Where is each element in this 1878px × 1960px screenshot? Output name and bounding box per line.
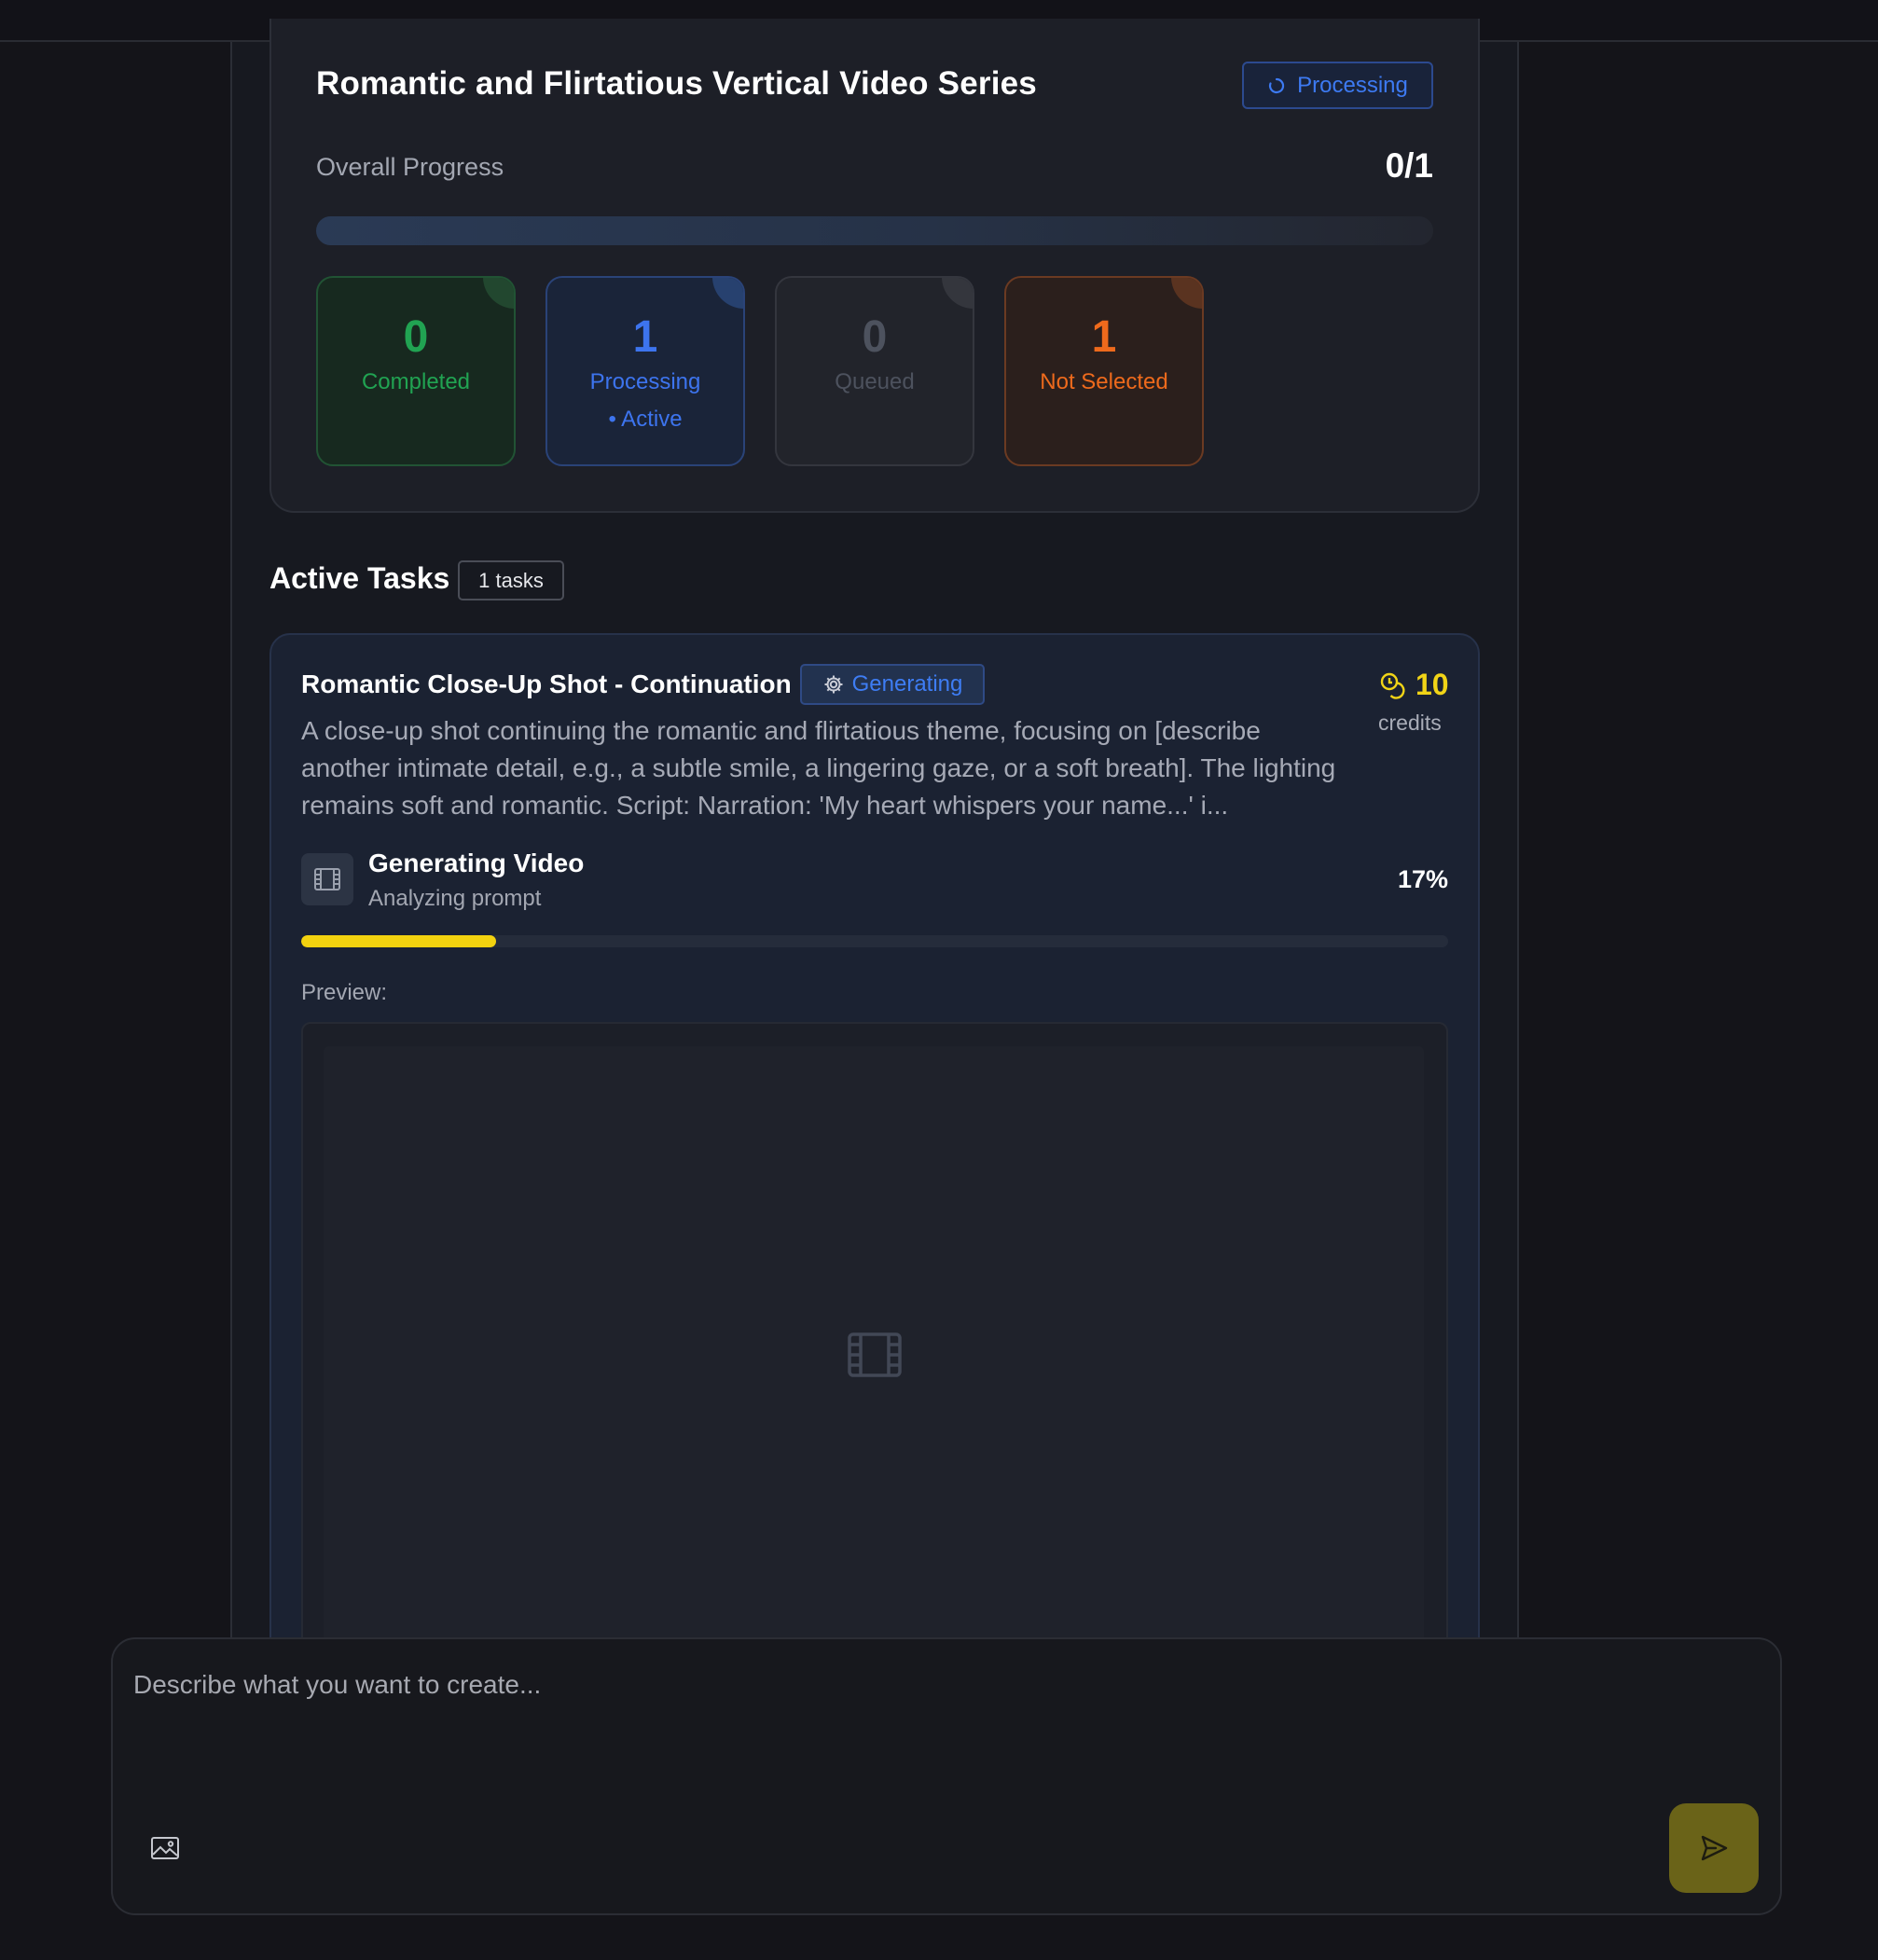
task-status-badge: Generating: [800, 664, 985, 705]
overall-progress-bar: [316, 216, 1433, 245]
prompt-input[interactable]: [133, 1662, 1625, 1708]
stat-processing: 1 Processing • Active: [545, 276, 745, 466]
stat-processing-label: Processing: [589, 369, 701, 394]
series-status-badge: Processing: [1242, 62, 1433, 109]
stage-subtitle: Analyzing prompt: [368, 886, 542, 911]
send-icon: [1701, 1835, 1728, 1861]
send-button[interactable]: [1669, 1803, 1759, 1893]
stat-completed-label: Completed: [361, 369, 471, 394]
series-title: Romantic and Flirtatious Vertical Video …: [316, 65, 1037, 102]
active-tasks-heading: Active Tasks: [269, 561, 450, 595]
task-progress-bar: [301, 935, 1448, 947]
stat-not-selected: 1 Not Selected: [1004, 276, 1204, 466]
stat-not-selected-label: Not Selected: [1040, 369, 1168, 394]
task-title: Romantic Close-Up Shot - Continuation: [301, 669, 792, 698]
stage-icon-box: [301, 853, 353, 905]
overall-progress-count: 0/1: [1385, 146, 1433, 185]
stage-percent: 17%: [1397, 865, 1448, 893]
task-credits: 10: [1378, 668, 1449, 702]
task-credits-value: 10: [1415, 668, 1449, 701]
stat-completed: 0 Completed: [316, 276, 516, 466]
stat-queued: 0 Queued: [775, 276, 974, 466]
image-icon[interactable]: [149, 1835, 181, 1861]
gear-icon: [824, 675, 843, 694]
overall-progress-label: Overall Progress: [316, 153, 504, 181]
tasks-count-badge: 1 tasks: [458, 560, 564, 600]
stat-corner: [483, 278, 514, 309]
task-description: A close-up shot continuing the romantic …: [301, 716, 1336, 820]
spinner-icon: [1269, 77, 1285, 93]
task-credits-label: credits: [1378, 711, 1442, 735]
stat-queued-value: 0: [862, 312, 888, 362]
stat-processing-value: 1: [632, 312, 658, 362]
stat-queued-label: Queued: [835, 369, 915, 394]
preview-label: Preview:: [301, 980, 388, 1005]
film-icon: [314, 868, 340, 890]
task-status-label: Generating: [851, 671, 963, 697]
stat-corner: [942, 278, 973, 309]
coins-icon: [1380, 672, 1405, 699]
series-status-label: Processing: [1297, 72, 1408, 98]
task-progress-fill: [301, 935, 497, 947]
stat-not-selected-value: 1: [1091, 312, 1117, 362]
stat-corner: [1171, 278, 1202, 309]
stage-title: Generating Video: [368, 849, 585, 877]
film-icon: [848, 1332, 902, 1377]
stat-completed-value: 0: [403, 312, 429, 362]
stat-corner: [712, 278, 743, 309]
stat-processing-sub: • Active: [608, 407, 683, 432]
